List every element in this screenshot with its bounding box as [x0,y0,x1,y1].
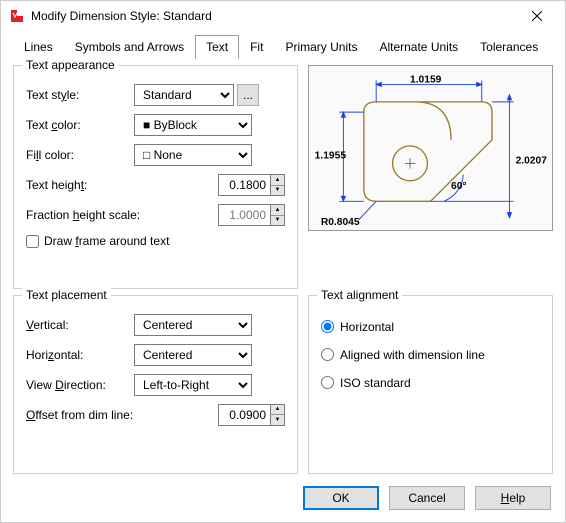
offset-input[interactable] [218,404,270,426]
text-appearance-legend: Text appearance [22,58,119,72]
tab-bar: Lines Symbols and Arrows Text Fit Primar… [1,31,565,59]
window-title: Modify Dimension Style: Standard [31,9,517,23]
spin-up-icon[interactable]: ▲ [271,405,284,416]
tab-alternate[interactable]: Alternate Units [368,35,469,59]
draw-frame-label: Draw frame around text [44,234,169,248]
fraction-height-input [218,204,270,226]
cancel-button[interactable]: Cancel [389,486,465,510]
dimension-preview-icon: 1.0159 1.1955 2.0207 60° R0.8045 [309,66,552,230]
view-direction-select[interactable]: Left-to-Right [134,374,252,396]
preview-panel: 1.0159 1.1955 2.0207 60° R0.8045 [308,65,553,289]
text-alignment-legend: Text alignment [317,288,402,302]
iso-radio-label: ISO standard [340,376,411,390]
horizontal-label: Horizontal: [26,348,134,362]
tab-lines[interactable]: Lines [13,35,64,59]
offset-label: Offset from dim line: [26,408,166,422]
text-style-more-button[interactable]: ... [237,84,259,106]
close-button[interactable] [517,2,557,30]
text-color-select[interactable]: ■ ByBlock [134,114,252,136]
text-height-stepper[interactable]: ▲▼ [218,174,285,196]
fraction-height-label: Fraction height scale: [26,208,166,222]
tab-tolerances[interactable]: Tolerances [469,35,549,59]
tab-primary[interactable]: Primary Units [274,35,368,59]
close-icon [532,11,542,21]
ok-button[interactable]: OK [303,486,379,510]
spin-down-icon: ▼ [271,216,284,226]
text-appearance-group: Text appearance Text style: Standard ...… [13,65,298,289]
horizontal-radio[interactable] [321,320,334,333]
text-placement-group: Text placement Vertical: Centered Horizo… [13,295,298,475]
text-height-label: Text height: [26,178,134,192]
spin-down-icon[interactable]: ▼ [271,186,284,196]
iso-radio[interactable] [321,376,334,389]
help-button[interactable]: Help [475,486,551,510]
text-style-select[interactable]: Standard [134,84,234,106]
svg-text:R0.8045: R0.8045 [321,217,360,228]
text-placement-legend: Text placement [22,288,111,302]
tab-text[interactable]: Text [195,35,239,59]
svg-text:2.0207: 2.0207 [516,155,548,166]
titlebar: Modify Dimension Style: Standard [1,1,565,31]
tab-fit[interactable]: Fit [239,35,274,59]
spin-up-icon: ▲ [271,205,284,216]
fraction-height-stepper: ▲▼ [218,204,285,226]
offset-stepper[interactable]: ▲▼ [218,404,285,426]
svg-text:60°: 60° [451,181,467,192]
text-color-label: Text color: [26,118,134,132]
svg-text:1.0159: 1.0159 [410,74,442,85]
aligned-radio-label: Aligned with dimension line [340,348,485,362]
horizontal-radio-label: Horizontal [340,320,394,334]
view-direction-label: View Direction: [26,378,134,392]
horizontal-select[interactable]: Centered [134,344,252,366]
fill-color-select[interactable]: □ None [134,144,252,166]
draw-frame-checkbox[interactable] [26,235,39,248]
vertical-select[interactable]: Centered [134,314,252,336]
text-height-input[interactable] [218,174,270,196]
vertical-label: Vertical: [26,318,134,332]
spin-up-icon[interactable]: ▲ [271,175,284,186]
aligned-radio[interactable] [321,348,334,361]
app-icon [9,8,25,24]
text-style-label: Text style: [26,88,134,102]
svg-text:1.1955: 1.1955 [315,150,347,161]
spin-down-icon[interactable]: ▼ [271,415,284,425]
tab-symbols[interactable]: Symbols and Arrows [64,35,195,59]
dialog-footer: OK Cancel Help [1,474,565,522]
fill-color-label: Fill color: [26,148,134,162]
text-alignment-group: Text alignment Horizontal Aligned with d… [308,295,553,475]
